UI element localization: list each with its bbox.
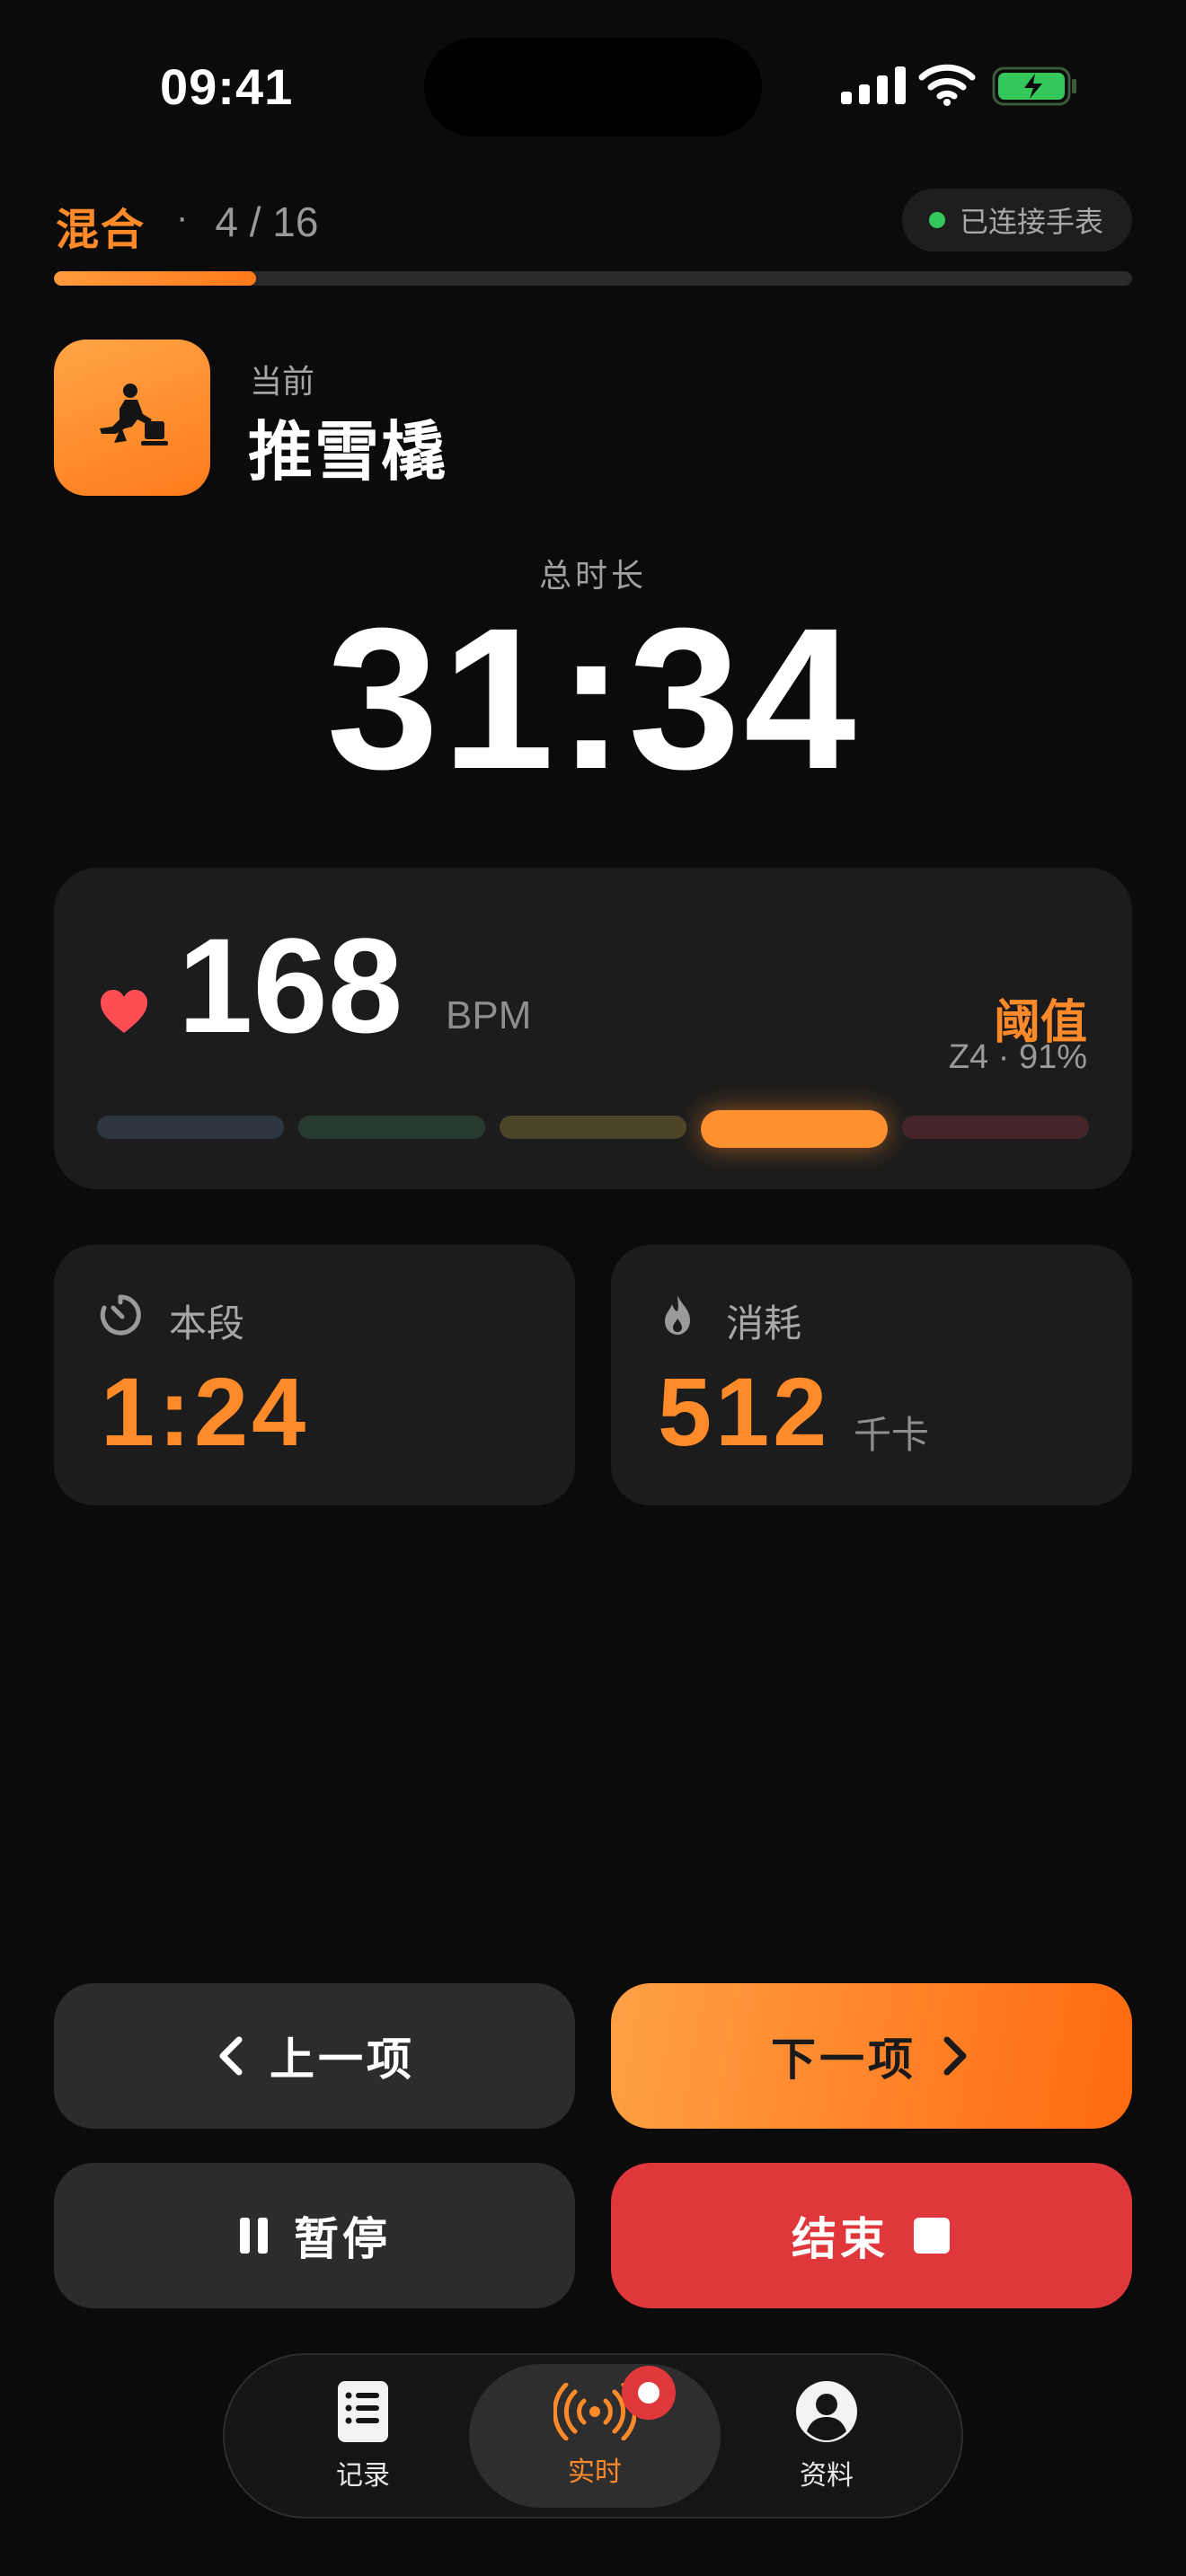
chevron-left-icon	[219, 2036, 243, 2076]
stop-icon	[914, 2218, 950, 2254]
live-recording-badge	[622, 2366, 676, 2420]
tab-live[interactable]: 实时	[469, 2364, 721, 2508]
progress-count: 4 / 16	[215, 198, 319, 245]
progress-fill	[54, 271, 256, 286]
calories-value: 512	[658, 1357, 831, 1466]
pause-button-label: 暂停	[294, 2214, 391, 2264]
heart-rate-card: 168 BPM 阈值 Z4 · 91%	[54, 868, 1132, 1189]
tab-profile-label: 资料	[800, 2461, 854, 2491]
profile-icon	[796, 2381, 857, 2442]
connected-dot-icon	[929, 212, 945, 228]
segment-label: 本段	[169, 1302, 245, 1345]
heart-zone-segment-1	[97, 1116, 284, 1139]
workout-progress-bar	[54, 271, 1132, 286]
timer-icon	[100, 1294, 141, 1336]
chevron-right-icon	[943, 2036, 967, 2076]
previous-button[interactable]: 上一项	[54, 1983, 575, 2129]
heart-zone-detail: Z4 · 91%	[948, 1038, 1087, 1076]
calories-unit: 千卡	[854, 1414, 930, 1456]
pause-icon	[240, 2218, 268, 2254]
battery-charging-icon	[992, 66, 1076, 106]
status-bar: 09:41	[0, 0, 1186, 171]
flame-icon	[665, 1295, 690, 1335]
heart-zone-segment-2	[298, 1116, 485, 1139]
current-label: 当前	[250, 363, 315, 400]
tab-profile[interactable]: 资料	[701, 2364, 952, 2508]
exercise-progress: · 4 / 16	[176, 198, 318, 246]
dynamic-island	[424, 38, 762, 137]
tab-bar: 记录 实时 资料	[223, 2353, 963, 2519]
heart-zone-segment-5	[902, 1116, 1089, 1139]
calories-card: 消耗 512 千卡	[611, 1245, 1132, 1505]
list-icon	[338, 2381, 388, 2442]
watch-connection-status[interactable]: 已连接手表	[902, 189, 1132, 251]
heart-icon	[101, 990, 147, 1033]
segment-time-value: 1:24	[101, 1357, 310, 1466]
heart-zone-bar	[97, 1107, 1089, 1148]
status-time: 09:41	[160, 58, 294, 115]
current-exercise-name: 推雪橇	[248, 417, 448, 489]
watch-status-label: 已连接手表	[960, 206, 1104, 238]
end-button-label: 结束	[792, 2214, 889, 2264]
total-duration-value: 31:34	[326, 587, 860, 811]
segment-time-card: 本段 1:24	[54, 1245, 575, 1505]
sled-push-icon	[54, 340, 210, 496]
cellular-signal-icon	[841, 65, 906, 104]
heart-zone-segment-3	[500, 1116, 686, 1139]
calories-label: 消耗	[726, 1302, 802, 1345]
tab-log-label: 记录	[336, 2461, 390, 2491]
workout-mode: 混合	[56, 207, 146, 254]
next-button-label: 下一项	[771, 2034, 916, 2085]
heart-rate-value: 168	[178, 910, 403, 1061]
next-button[interactable]: 下一项	[611, 1983, 1132, 2129]
heart-zone-segment-4	[701, 1110, 888, 1148]
tab-log[interactable]: 记录	[237, 2364, 489, 2508]
heart-rate-unit: BPM	[446, 993, 532, 1037]
pause-button[interactable]: 暂停	[54, 2163, 575, 2308]
tab-live-label: 实时	[568, 2457, 622, 2487]
previous-button-label: 上一项	[270, 2034, 415, 2085]
progress-separator: ·	[176, 198, 189, 237]
wifi-icon	[918, 64, 976, 106]
end-button[interactable]: 结束	[611, 2163, 1132, 2308]
